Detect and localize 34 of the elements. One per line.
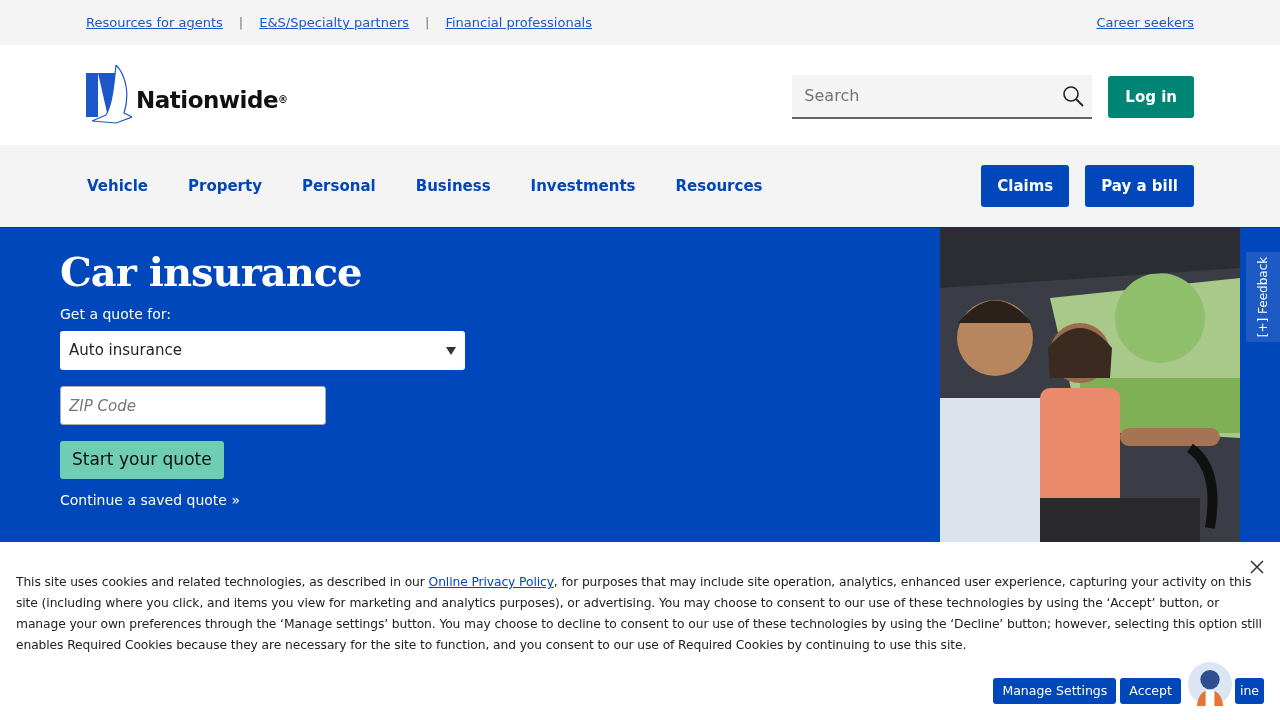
cookie-notice: This site uses cookies and related technologies, as described in our Online Privacy Policy, for purposes that may include site operation, analytics, enhanced user experience, capturing your activity on this site (including where you click, and items you view for marketing and analytics purposes), or advertising. You may choose to consent to our use of these technologies by using the ‘Accept’ button, or manage your own preferences through the ‘Manage settings’ button. You may choose to decline to consent to our use of these technologies by using the ‘Decline’ button; however, selecting this option still enables Required Cookies because they are necessary for the site to function, and you consent to our use of Required Cookies by continuing to use this site. [16, 574, 1263, 654]
cookie-button[interactable]: Accept [1120, 678, 1181, 704]
cookie-button[interactable]: ine [1234, 678, 1264, 704]
career-link[interactable]: Career seekers [1096, 12, 1194, 33]
separator: | [425, 13, 430, 32]
nav-link[interactable]: Vehicle [86, 173, 149, 199]
zip-field[interactable]: ZIP Code [60, 386, 326, 425]
page-title: Car insurance [60, 250, 363, 294]
utility-link[interactable]: E&S/Specialty partners [259, 12, 409, 33]
search-input[interactable]: Search [792, 84, 1043, 108]
nav-button[interactable]: Pay a bill [1085, 165, 1194, 207]
product-select[interactable]: Auto insurance [60, 331, 465, 370]
field-label: Get a quote for: [60, 305, 173, 324]
nav-button[interactable]: Claims [981, 165, 1070, 207]
separator: | [238, 13, 244, 32]
nav-link[interactable]: Resources [674, 173, 764, 199]
search-field[interactable]: Search [792, 75, 1093, 119]
cookie-button[interactable]: Manage Settings [993, 678, 1117, 704]
close-icon[interactable] [1250, 560, 1264, 574]
nav-link[interactable]: Business [414, 173, 492, 199]
logo-text[interactable]: Nationwide$^{®}$ [136, 82, 288, 117]
utility-link[interactable]: Financial professionals [445, 12, 592, 33]
start-quote-button[interactable]: Start your quote [60, 441, 224, 479]
nav-link[interactable]: Investments [529, 173, 637, 199]
feedback-tab[interactable]: [+] Feedback [1246, 252, 1280, 342]
chat-avatar-icon[interactable] [1188, 662, 1232, 706]
caret-icon [446, 346, 456, 355]
search-icon[interactable] [1062, 85, 1085, 107]
nav-link[interactable]: Personal [300, 173, 377, 199]
nav-link[interactable]: Property [187, 173, 263, 199]
saved-quote-link[interactable]: Continue a saved quote » [60, 490, 240, 511]
privacy-policy-link[interactable]: Online Privacy Policy [428, 575, 554, 589]
utility-link[interactable]: Resources for agents [86, 12, 223, 33]
login-button[interactable]: Log in [1108, 76, 1194, 118]
